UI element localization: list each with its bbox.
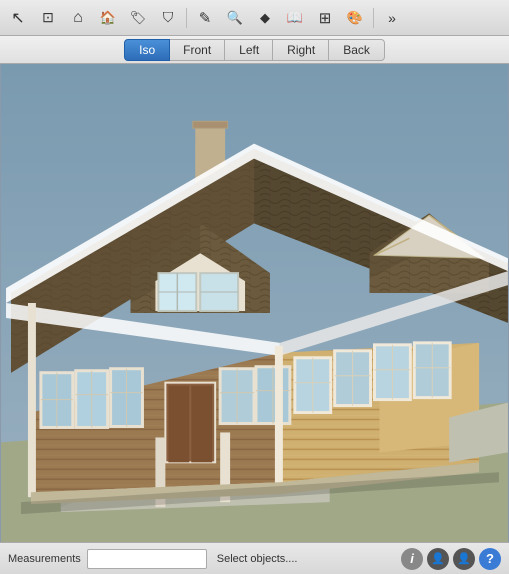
tab-front[interactable]: Front	[168, 39, 226, 61]
toolbar-separator-2	[373, 8, 374, 28]
measurements-label: Measurements	[8, 553, 81, 565]
home-tool-button[interactable]	[64, 4, 92, 32]
layout-button[interactable]	[311, 4, 339, 32]
paint-button[interactable]	[341, 4, 369, 32]
toolbar	[0, 0, 509, 36]
toolbar-separator	[186, 8, 187, 28]
info-button[interactable]: i	[401, 548, 423, 570]
more-tools-button[interactable]	[378, 4, 406, 32]
measurements-input[interactable]	[87, 549, 207, 569]
statusbar: Measurements Select objects.... i 👤 👤 ?	[0, 542, 509, 574]
shapes-tool-button[interactable]	[251, 4, 279, 32]
search-tool-button[interactable]	[221, 4, 249, 32]
pages-button[interactable]	[281, 4, 309, 32]
select-tool-button[interactable]	[4, 4, 32, 32]
house-scene	[0, 64, 509, 542]
help-button[interactable]: ?	[479, 548, 501, 570]
view-tabs-bar: Iso Front Left Right Back	[0, 36, 509, 64]
components-button[interactable]	[94, 4, 122, 32]
tab-left[interactable]: Left	[224, 39, 274, 61]
tab-right[interactable]: Right	[272, 39, 330, 61]
3d-viewport[interactable]	[0, 64, 509, 542]
status-text: Select objects....	[217, 553, 298, 565]
styles-button[interactable]	[154, 4, 182, 32]
status-icons: i 👤 👤 ?	[401, 548, 501, 570]
tab-back[interactable]: Back	[328, 39, 385, 61]
orbit-tool-button[interactable]	[34, 4, 62, 32]
instructor-button[interactable]: 👤	[427, 548, 449, 570]
draw-tool-button[interactable]	[191, 4, 219, 32]
materials-button[interactable]	[124, 4, 152, 32]
tab-iso[interactable]: Iso	[124, 39, 170, 61]
model-info-button[interactable]: 👤	[453, 548, 475, 570]
